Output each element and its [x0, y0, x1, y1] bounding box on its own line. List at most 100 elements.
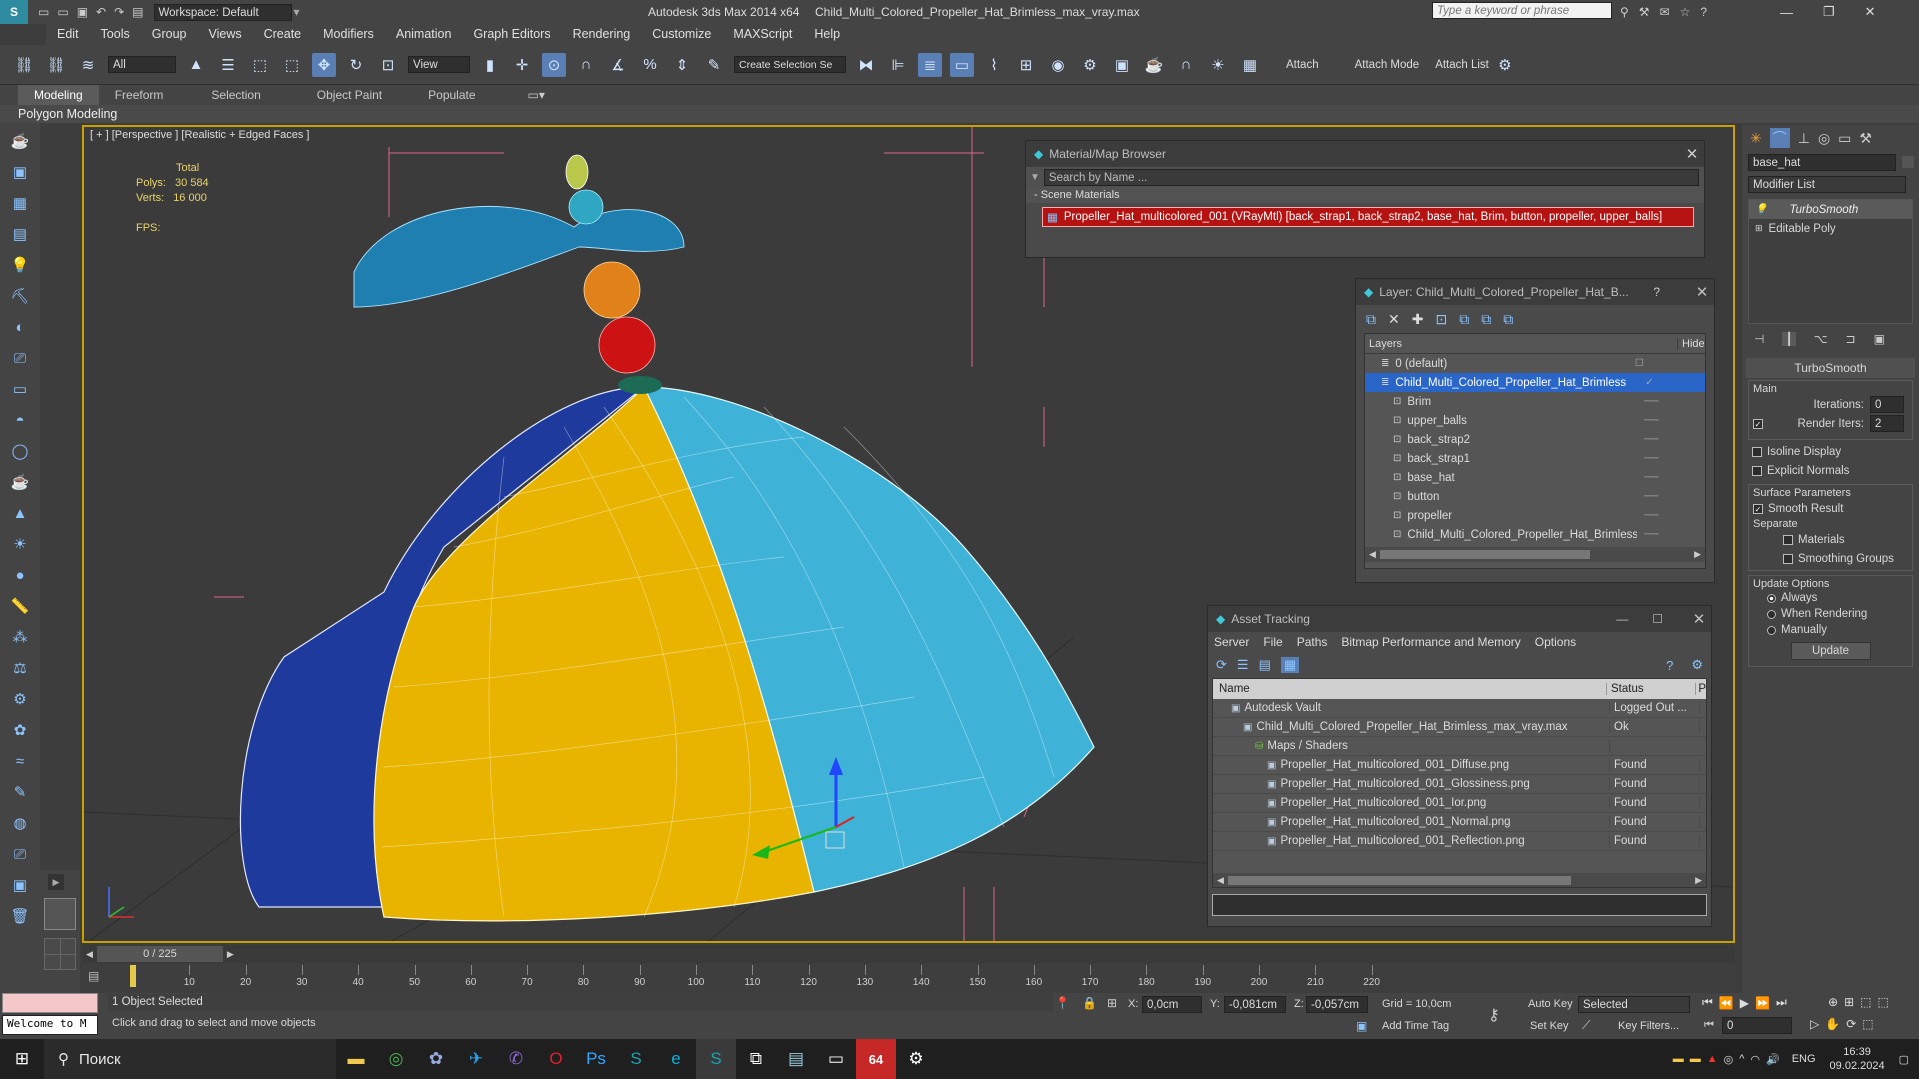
- walkthrough-icon[interactable]: ⛏: [7, 283, 33, 309]
- ribbon-options-icon[interactable]: ▭▾: [512, 85, 561, 105]
- cone-icon[interactable]: ▲: [7, 500, 33, 526]
- binoculars-icon[interactable]: ⚲: [1620, 5, 1629, 19]
- select-scale-icon[interactable]: ⊡: [376, 53, 400, 77]
- menu-modifiers[interactable]: Modifiers: [312, 24, 385, 45]
- modify-tab-icon[interactable]: ⌒: [1769, 128, 1790, 148]
- hide-toggle[interactable]: ──: [1637, 415, 1665, 426]
- keyboard-shortcut-icon[interactable]: ⊙: [542, 52, 566, 77]
- asset-tracking-titlebar[interactable]: ◆ Asset Tracking — ☐ ✕: [1208, 606, 1711, 632]
- scroll-thumb[interactable]: [1379, 550, 1591, 559]
- redo-icon[interactable]: ↷: [114, 5, 124, 19]
- hat-button[interactable]: [618, 376, 662, 394]
- asset-row[interactable]: ▣ Propeller_Hat_multicolored_001_Reflecti…: [1213, 832, 1706, 851]
- absolute-mode-icon[interactable]: ⊞: [1107, 996, 1117, 1010]
- ribbon-polygon-modeling[interactable]: Polygon Modeling: [0, 107, 117, 121]
- chevron-down-icon[interactable]: ▾: [294, 5, 300, 19]
- rect-selection-icon[interactable]: ⬚: [248, 53, 272, 77]
- menu-create[interactable]: Create: [253, 24, 313, 45]
- maximize-viewport-icon[interactable]: ⬚: [1862, 1017, 1873, 1031]
- camera-icon[interactable]: ⎚: [7, 841, 33, 867]
- device-icon[interactable]: ▣: [7, 872, 33, 898]
- hide-toggle[interactable]: ☐: [1625, 358, 1653, 369]
- checker-icon[interactable]: ▦: [1238, 53, 1262, 77]
- asset-row[interactable]: ▣ Propeller_Hat_multicolored_001_Glossine…: [1213, 775, 1706, 794]
- maxscript-listener-pink[interactable]: [2, 993, 98, 1013]
- render-iters-spinner[interactable]: 2: [1870, 415, 1904, 432]
- language-indicator[interactable]: ENG: [1792, 1053, 1816, 1065]
- asset-row[interactable]: ⛁ Maps / Shaders: [1213, 737, 1706, 756]
- menu-help[interactable]: Help: [803, 24, 851, 45]
- go-to-start-icon[interactable]: ⏮: [1702, 995, 1713, 1010]
- pin-stack-icon[interactable]: ⊣: [1754, 332, 1764, 346]
- minimize-icon[interactable]: —: [1616, 612, 1628, 626]
- chrome-icon[interactable]: ◎: [376, 1039, 416, 1079]
- ribbon-tab-selection[interactable]: Selection: [195, 85, 276, 105]
- hide-toggle[interactable]: ──: [1637, 529, 1665, 540]
- magnet-icon[interactable]: ∩: [1174, 53, 1198, 77]
- ribbon-tab-modeling[interactable]: Modeling: [18, 85, 99, 105]
- menu-customize[interactable]: Customize: [641, 24, 722, 45]
- menu-animation[interactable]: Animation: [385, 24, 463, 45]
- smooth-result-checkbox[interactable]: ✓: [1753, 503, 1763, 514]
- configure-sets-icon[interactable]: ▣: [1874, 332, 1885, 346]
- ribbon-tab-object-paint[interactable]: Object Paint: [301, 85, 398, 105]
- layer-row[interactable]: ⊡ Brim ──: [1365, 392, 1705, 411]
- render-icon[interactable]: ◐: [7, 314, 33, 340]
- smoothing-groups-checkbox[interactable]: [1783, 553, 1793, 564]
- hide-toggle[interactable]: ──: [1637, 491, 1665, 502]
- orange-ball[interactable]: [583, 261, 641, 319]
- layer-hscrollbar[interactable]: ◀ ▶: [1365, 547, 1705, 562]
- app-icon[interactable]: ✿: [416, 1039, 456, 1079]
- menu-maxscript[interactable]: MAXScript: [722, 24, 803, 45]
- iterations-spinner[interactable]: 0: [1870, 396, 1904, 413]
- orbit-icon[interactable]: ⟳: [1846, 1017, 1856, 1031]
- tray-red-icon[interactable]: ▲: [1707, 1053, 1718, 1065]
- zoom-extents-icon[interactable]: ⬚: [1860, 995, 1871, 1009]
- link-icon[interactable]: ⛓: [12, 53, 36, 77]
- selection-filter-dropdown[interactable]: All: [108, 56, 176, 73]
- hide-toggle[interactable]: ──: [1637, 453, 1665, 464]
- layer-row[interactable]: ≣ 0 (default) ☐: [1365, 354, 1705, 373]
- plane-icon[interactable]: ▭: [7, 376, 33, 402]
- layer-row[interactable]: ⊡ back_strap2 ──: [1365, 430, 1705, 449]
- maxscript-mini-listener[interactable]: Welcome to M: [2, 1015, 98, 1035]
- tray-folder-icon[interactable]: ▬: [1673, 1053, 1684, 1065]
- time-slider-left-icon[interactable]: ◀: [82, 949, 97, 960]
- add-time-tag-label[interactable]: Add Time Tag: [1382, 1020, 1449, 1032]
- material-item[interactable]: ▦ Propeller_Hat_multicolored_001 (VRayMt…: [1042, 207, 1694, 227]
- hide-toggle[interactable]: ──: [1637, 434, 1665, 445]
- select-objects-icon[interactable]: ⊡: [1435, 311, 1447, 328]
- render-iters-checkbox[interactable]: ✓: [1753, 418, 1763, 429]
- task-view-icon[interactable]: ⧉: [736, 1039, 776, 1079]
- z-coordinate-field[interactable]: -0,057cm: [1306, 996, 1368, 1013]
- scale-icon[interactable]: ⚖: [7, 655, 33, 681]
- render-setup-icon[interactable]: ⚙: [1078, 53, 1102, 77]
- save-icon[interactable]: ▣: [77, 5, 88, 19]
- close-icon[interactable]: ✕: [1680, 145, 1704, 163]
- menu-graph-editors[interactable]: Graph Editors: [462, 24, 561, 45]
- attach-options-icon[interactable]: ⚙: [1493, 53, 1517, 77]
- clock[interactable]: 16:39 09.02.2024: [1830, 1045, 1885, 1073]
- named-selection-input[interactable]: Create Selection Se: [734, 56, 846, 73]
- cyan-ball[interactable]: [568, 189, 604, 225]
- material-browser-titlebar[interactable]: ◆ Material/Map Browser ✕: [1026, 141, 1704, 167]
- particle-icon[interactable]: ⁂: [7, 624, 33, 650]
- ribbon-tab-freeform[interactable]: Freeform: [99, 85, 180, 105]
- menu-group[interactable]: Group: [141, 24, 198, 45]
- ruler-icon[interactable]: 📏: [7, 593, 33, 619]
- layers-column-header[interactable]: Layers: [1365, 338, 1677, 350]
- communication-icon[interactable]: ✉: [1660, 5, 1670, 19]
- close-icon[interactable]: ✕: [1690, 283, 1714, 301]
- search-dropdown-icon[interactable]: ▼: [1030, 172, 1040, 183]
- windows-start-icon[interactable]: ⊞: [0, 1039, 44, 1079]
- isoline-checkbox[interactable]: [1752, 446, 1762, 457]
- key-mode-icon[interactable]: ⟋: [1582, 1018, 1590, 1033]
- asset-name-header[interactable]: Name: [1213, 683, 1607, 695]
- maximize-icon[interactable]: ☐: [1652, 612, 1663, 626]
- gear-icon[interactable]: ⚙: [7, 686, 33, 712]
- layer-manager-icon[interactable]: ≣: [918, 52, 942, 77]
- close-icon[interactable]: ✕: [1687, 610, 1711, 628]
- trash-icon[interactable]: 🗑: [7, 903, 33, 929]
- align-icon[interactable]: ⊫: [886, 53, 910, 77]
- taskbar-search[interactable]: ⚲ Поиск: [44, 1039, 336, 1079]
